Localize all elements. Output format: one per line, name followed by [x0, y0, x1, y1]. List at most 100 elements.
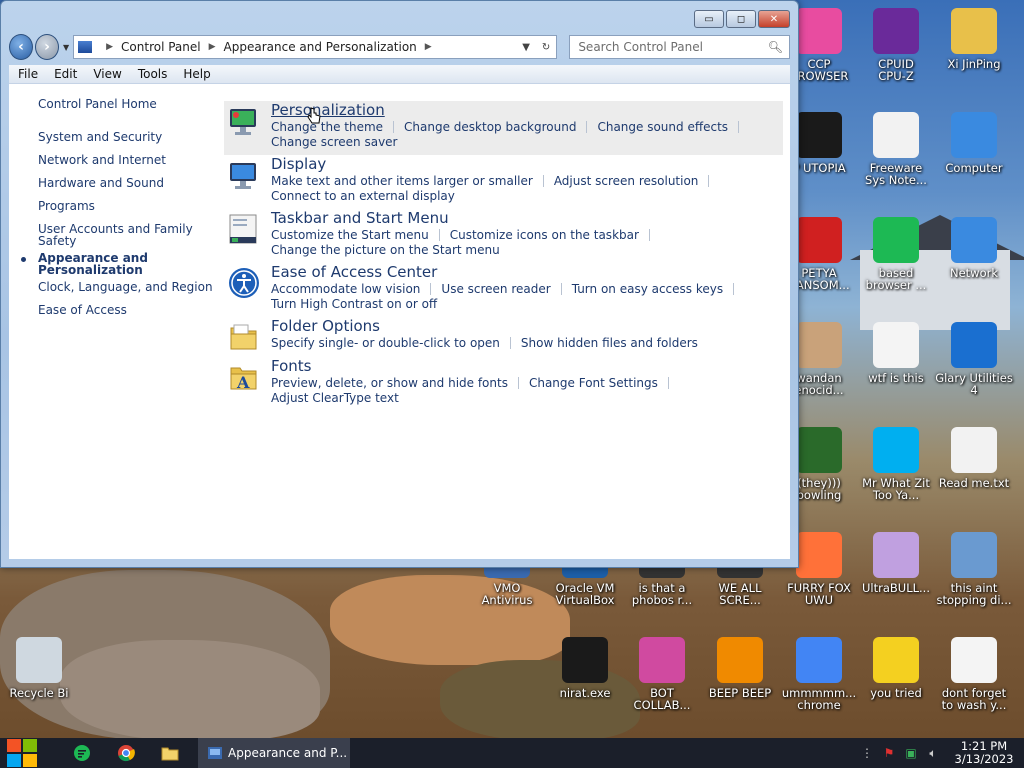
- nav-user-accounts[interactable]: User Accounts and Family Safety: [38, 223, 198, 247]
- search-icon[interactable]: 🔍︎: [768, 40, 783, 54]
- calendar-icon: [951, 637, 997, 683]
- taskbar: Appearance and P... ⋮ ⚑ ▣ 🔈︎ 1:21 PM 3/1…: [0, 738, 1024, 768]
- ease-of-access-title[interactable]: Ease of Access Center: [271, 264, 437, 281]
- maximize-button[interactable]: ◻: [726, 10, 756, 28]
- menu-edit[interactable]: Edit: [54, 67, 77, 81]
- search-input[interactable]: Search Control Panel 🔍︎: [569, 35, 790, 59]
- folder-options-icon[interactable]: [228, 321, 260, 353]
- link-single-double-click[interactable]: Specify single- or double-click to open: [271, 336, 500, 351]
- display-title[interactable]: Display: [271, 156, 326, 173]
- link-accommodate-low-vision[interactable]: Accommodate low vision: [271, 282, 420, 297]
- nav-system-and-security[interactable]: System and Security: [38, 131, 162, 143]
- taskbar-title[interactable]: Taskbar and Start Menu: [271, 210, 449, 227]
- desktop-icon[interactable]: dont forget to wash y...: [935, 637, 1013, 711]
- fonts-icon[interactable]: A: [228, 361, 260, 393]
- nav-clock-language-region[interactable]: Clock, Language, and Region: [38, 281, 213, 293]
- link-connect-external-display[interactable]: Connect to an external display: [271, 189, 455, 204]
- back-button[interactable]: ‹: [9, 34, 33, 60]
- link-use-screen-reader[interactable]: Use screen reader: [441, 282, 550, 297]
- desktop-icon[interactable]: BOT COLLAB...: [623, 637, 701, 711]
- desktop-icon[interactable]: Xi JinPing: [935, 8, 1013, 70]
- desktop-icon[interactable]: Read me.txt: [935, 427, 1013, 489]
- personalization-title[interactable]: Personalization: [271, 102, 385, 119]
- taskbar-app-icon[interactable]: [60, 738, 104, 768]
- taskbar-chrome-icon[interactable]: [104, 738, 148, 768]
- recent-pages-dropdown[interactable]: ▼: [63, 43, 69, 52]
- link-make-text-larger[interactable]: Make text and other items larger or smal…: [271, 174, 533, 189]
- desktop-icon[interactable]: Freeware Sys Note...: [857, 112, 935, 186]
- browser-icon: [873, 217, 919, 263]
- address-bar[interactable]: ▶ Control Panel ▶ Appearance and Persona…: [73, 35, 558, 59]
- desktop-icon[interactable]: BEEP BEEP: [701, 637, 779, 699]
- link-adjust-cleartype[interactable]: Adjust ClearType text: [271, 391, 399, 406]
- chevron-right-icon[interactable]: ▶: [106, 42, 113, 52]
- display-icon[interactable]: [228, 159, 260, 191]
- breadcrumb-control-panel[interactable]: Control Panel: [121, 40, 201, 54]
- nav-hardware-and-sound[interactable]: Hardware and Sound: [38, 177, 164, 189]
- menu-help[interactable]: Help: [183, 67, 210, 81]
- nav-ease-of-access[interactable]: Ease of Access: [38, 304, 127, 316]
- link-customize-start-menu[interactable]: Customize the Start menu: [271, 228, 429, 243]
- menu-view[interactable]: View: [93, 67, 121, 81]
- fonts-title[interactable]: Fonts: [271, 358, 311, 375]
- clock[interactable]: 1:21 PM 3/13/2023: [944, 740, 1024, 766]
- desktop-icon-label: Freeware Sys Note...: [865, 161, 927, 187]
- desktop-icon[interactable]: ummmmm... chrome: [780, 637, 858, 711]
- link-adjust-screen-resolution[interactable]: Adjust screen resolution: [554, 174, 699, 189]
- desktop-icon[interactable]: Recycle Bi: [0, 637, 78, 699]
- forward-button[interactable]: ›: [34, 34, 59, 60]
- link-high-contrast[interactable]: Turn High Contrast on or off: [271, 297, 437, 312]
- menu-tools[interactable]: Tools: [138, 67, 168, 81]
- link-customize-taskbar-icons[interactable]: Customize icons on the taskbar: [450, 228, 639, 243]
- link-show-hidden-files[interactable]: Show hidden files and folders: [521, 336, 698, 351]
- link-change-screen-saver[interactable]: Change screen saver: [271, 135, 398, 150]
- desktop-icon[interactable]: this aint stopping di...: [935, 532, 1013, 606]
- personalization-icon[interactable]: [228, 105, 260, 137]
- folder-options-title[interactable]: Folder Options: [271, 318, 380, 335]
- desktop-icon-label: BOT COLLAB...: [633, 686, 691, 712]
- chevron-right-icon[interactable]: ▶: [425, 42, 432, 52]
- taskbar-icon[interactable]: [228, 213, 260, 245]
- desktop-icon[interactable]: CPUID CPU-Z: [857, 8, 935, 82]
- control-panel-home-link[interactable]: Control Panel Home: [38, 98, 157, 110]
- control-panel-window[interactable]: ▭ ◻ ✕ ‹ › ▼ ▶ Control Panel ▶ Appearance…: [0, 0, 799, 568]
- desktop-icon[interactable]: Glary Utilities 4: [935, 322, 1013, 396]
- chevron-right-icon[interactable]: ▶: [209, 42, 216, 52]
- desktop-icon[interactable]: nirat.exe: [546, 637, 624, 699]
- tray-overflow-icon[interactable]: ⋮: [856, 746, 878, 760]
- breadcrumb-appearance[interactable]: Appearance and Personalization: [224, 40, 417, 54]
- address-dropdown-icon[interactable]: ▼: [522, 42, 530, 53]
- link-change-desktop-background[interactable]: Change desktop background: [404, 120, 576, 135]
- ease-of-access-icon[interactable]: [228, 267, 260, 299]
- volume-icon[interactable]: 🔈︎: [922, 746, 944, 761]
- nav-network-and-internet[interactable]: Network and Internet: [38, 154, 166, 166]
- desktop-icon[interactable]: wtf is this: [857, 322, 935, 384]
- network-tray-icon[interactable]: ▣: [900, 746, 922, 760]
- desktop-icon[interactable]: Mr What Zit Too Ya...: [857, 427, 935, 501]
- desktop-icon[interactable]: UltraBULL...: [857, 532, 935, 594]
- start-button[interactable]: [0, 738, 44, 768]
- desktop-icon[interactable]: Network: [935, 217, 1013, 279]
- minimize-button[interactable]: ▭: [694, 10, 724, 28]
- link-change-font-settings[interactable]: Change Font Settings: [529, 376, 658, 391]
- link-change-theme[interactable]: Change the theme: [271, 120, 383, 135]
- control-panel-icon: [78, 41, 93, 53]
- menu-bar: File Edit View Tools Help: [9, 65, 790, 84]
- nav-programs[interactable]: Programs: [38, 200, 95, 212]
- link-easy-access-keys[interactable]: Turn on easy access keys: [572, 282, 723, 297]
- desktop-icon[interactable]: you tried: [857, 637, 935, 699]
- taskbar-explorer-icon[interactable]: [148, 738, 192, 768]
- desktop-icon[interactable]: based browser ...: [857, 217, 935, 291]
- flag-icon[interactable]: ⚑: [878, 746, 900, 760]
- close-button[interactable]: ✕: [758, 10, 790, 28]
- desktop-icon[interactable]: Computer: [935, 112, 1013, 174]
- desktop-icon-label: Recycle Bi: [9, 686, 69, 700]
- glary-icon: [951, 322, 997, 368]
- link-change-sound-effects[interactable]: Change sound effects: [597, 120, 728, 135]
- taskbar-active-window[interactable]: Appearance and P...: [198, 738, 350, 768]
- system-tray: ⋮ ⚑ ▣ 🔈︎ 1:21 PM 3/13/2023: [856, 738, 1024, 768]
- link-preview-delete-fonts[interactable]: Preview, delete, or show and hide fonts: [271, 376, 508, 391]
- menu-file[interactable]: File: [18, 67, 38, 81]
- refresh-icon[interactable]: ↻: [542, 42, 550, 53]
- link-change-start-menu-picture[interactable]: Change the picture on the Start menu: [271, 243, 500, 258]
